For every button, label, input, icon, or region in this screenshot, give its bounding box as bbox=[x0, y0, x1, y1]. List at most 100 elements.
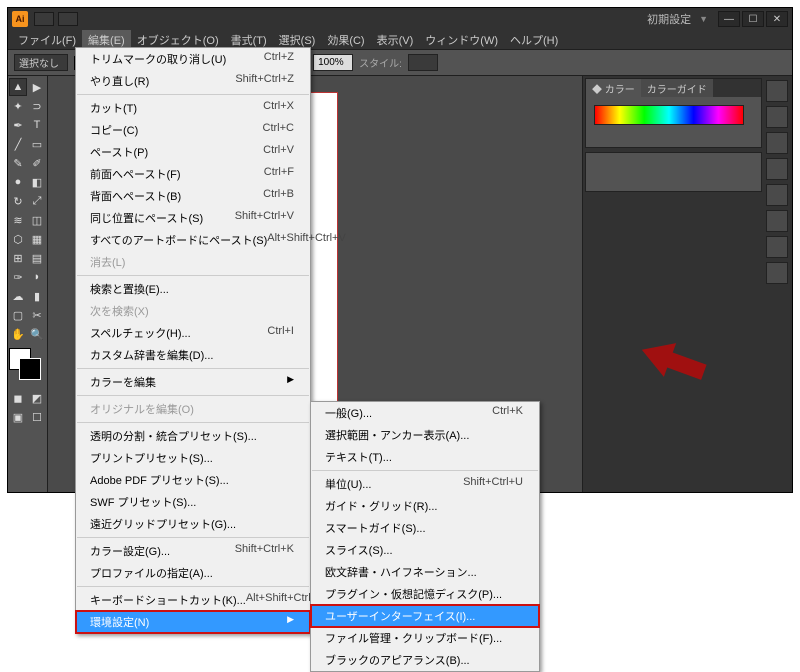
strip-icon-4[interactable] bbox=[766, 158, 788, 180]
edit-menu-item[interactable]: カスタム辞書を編集(D)... bbox=[76, 344, 310, 366]
edit-menu-item[interactable]: 遠近グリッドプリセット(G)... bbox=[76, 513, 310, 535]
graph-tool[interactable]: ▮ bbox=[28, 287, 46, 305]
symbol-tool[interactable]: ☁ bbox=[9, 287, 27, 305]
menu-file[interactable]: ファイル(F) bbox=[12, 30, 82, 50]
tab-color-guide[interactable]: カラーガイド bbox=[641, 79, 713, 97]
pencil-tool[interactable]: ✐ bbox=[28, 154, 46, 172]
edit-menu-item[interactable]: 環境設定(N)▶ bbox=[76, 611, 310, 633]
eyedropper-tool[interactable]: ✑ bbox=[9, 268, 27, 286]
gradient-tool[interactable]: ▤ bbox=[28, 249, 46, 267]
screen-mode-2[interactable]: ☐ bbox=[28, 408, 46, 426]
maximize-button[interactable]: ☐ bbox=[742, 11, 764, 27]
zoom-tool[interactable]: 🔍 bbox=[28, 325, 46, 343]
edit-menu-item[interactable]: やり直し(R)Shift+Ctrl+Z bbox=[76, 70, 310, 92]
edit-menu-item[interactable]: ペースト(P)Ctrl+V bbox=[76, 141, 310, 163]
pref-menu-item[interactable]: テキスト(T)... bbox=[311, 446, 539, 468]
pref-menu-item[interactable]: 欧文辞書・ハイフネーション... bbox=[311, 561, 539, 583]
pref-menu-item[interactable]: スマートガイド(S)... bbox=[311, 517, 539, 539]
edit-menu-item[interactable]: 検索と置換(E)... bbox=[76, 278, 310, 300]
strip-icon-3[interactable] bbox=[766, 132, 788, 154]
edit-menu-item: 消去(L) bbox=[76, 251, 310, 273]
shape-builder-tool[interactable]: ⬡ bbox=[9, 230, 27, 248]
close-button[interactable]: ✕ bbox=[766, 11, 788, 27]
gradient-mode[interactable]: ◩ bbox=[28, 389, 46, 407]
eraser-tool[interactable]: ◧ bbox=[28, 173, 46, 191]
slice-tool[interactable]: ✂ bbox=[28, 306, 46, 324]
perspective-tool[interactable]: ▦ bbox=[28, 230, 46, 248]
pref-menu-item[interactable]: スライス(S)... bbox=[311, 539, 539, 561]
type-tool[interactable]: T bbox=[28, 116, 46, 134]
edit-menu-item[interactable]: すべてのアートボードにペースト(S)Alt+Shift+Ctrl+V bbox=[76, 229, 310, 251]
edit-menu-item[interactable]: スペルチェック(H)...Ctrl+I bbox=[76, 322, 310, 344]
edit-menu-item[interactable]: SWF プリセット(S)... bbox=[76, 491, 310, 513]
stroke-color[interactable] bbox=[19, 358, 41, 380]
strip-icon-8[interactable] bbox=[766, 262, 788, 284]
blend-tool[interactable]: ◗ bbox=[28, 268, 46, 286]
fill-mode[interactable]: ◼ bbox=[9, 389, 27, 407]
hand-tool[interactable]: ✋ bbox=[9, 325, 27, 343]
artboard-tool[interactable]: ▢ bbox=[9, 306, 27, 324]
edit-menu-item[interactable]: 透明の分割・統合プリセット(S)... bbox=[76, 425, 310, 447]
pref-menu-item[interactable]: ファイル管理・クリップボード(F)... bbox=[311, 627, 539, 649]
menu-window[interactable]: ウィンドウ(W) bbox=[419, 30, 504, 50]
opacity-value[interactable]: 100% bbox=[313, 54, 353, 71]
edit-menu-item[interactable]: カラー設定(G)...Shift+Ctrl+K bbox=[76, 540, 310, 562]
pref-menu-item[interactable]: ユーザーインターフェイス(I)... bbox=[311, 605, 539, 627]
selection-tool[interactable]: ▲ bbox=[9, 78, 27, 96]
menu-help[interactable]: ヘルプ(H) bbox=[504, 30, 564, 50]
edit-menu-item[interactable]: プロファイルの指定(A)... bbox=[76, 562, 310, 584]
pref-menu-item[interactable]: 単位(U)...Shift+Ctrl+U bbox=[311, 473, 539, 495]
edit-menu-item[interactable]: 同じ位置にペースト(S)Shift+Ctrl+V bbox=[76, 207, 310, 229]
line-tool[interactable]: ╱ bbox=[9, 135, 27, 153]
rotate-tool[interactable]: ↻ bbox=[9, 192, 27, 210]
toolbar: ▲▶ ✦⊃ ✒T ╱▭ ✎✐ ●◧ ↻⤢ ≋◫ ⬡▦ ⊞▤ ✑◗ ☁▮ ▢✂ ✋… bbox=[8, 76, 48, 492]
strip-icon-2[interactable] bbox=[766, 106, 788, 128]
strip-icon-1[interactable] bbox=[766, 80, 788, 102]
menu-effect[interactable]: 効果(C) bbox=[321, 30, 370, 50]
style-value[interactable] bbox=[408, 54, 438, 71]
color-panel[interactable]: ◆ カラー カラーガイド bbox=[585, 78, 762, 148]
free-transform-tool[interactable]: ◫ bbox=[28, 211, 46, 229]
workspace-preset[interactable]: 初期設定 bbox=[647, 11, 691, 27]
strip-icon-6[interactable] bbox=[766, 210, 788, 232]
tab-color[interactable]: ◆ カラー bbox=[586, 79, 641, 97]
edit-menu-item[interactable]: カット(T)Ctrl+X bbox=[76, 97, 310, 119]
panel-2[interactable] bbox=[585, 152, 762, 192]
menu-view[interactable]: 表示(V) bbox=[371, 30, 420, 50]
edit-menu-item[interactable]: 背面へペースト(B)Ctrl+B bbox=[76, 185, 310, 207]
width-tool[interactable]: ≋ bbox=[9, 211, 27, 229]
color-swatches[interactable] bbox=[9, 348, 45, 384]
color-spectrum[interactable] bbox=[594, 105, 744, 125]
scale-tool[interactable]: ⤢ bbox=[28, 192, 46, 210]
edit-menu-item[interactable]: キーボードショートカット(K)...Alt+Shift+Ctrl+K bbox=[76, 589, 310, 611]
rect-tool[interactable]: ▭ bbox=[28, 135, 46, 153]
annotation-arrow bbox=[630, 330, 710, 390]
edit-menu-item[interactable]: プリントプリセット(S)... bbox=[76, 447, 310, 469]
edit-menu-item[interactable]: カラーを編集▶ bbox=[76, 371, 310, 393]
pref-menu-item[interactable]: ガイド・グリッド(R)... bbox=[311, 495, 539, 517]
pref-menu-item[interactable]: 選択範囲・アンカー表示(A)... bbox=[311, 424, 539, 446]
strip-icon-5[interactable] bbox=[766, 184, 788, 206]
edit-menu-item[interactable]: 前面へペースト(F)Ctrl+F bbox=[76, 163, 310, 185]
style-label: スタイル: bbox=[359, 55, 402, 70]
panels: ◆ カラー カラーガイド bbox=[582, 76, 792, 492]
strip-icon-7[interactable] bbox=[766, 236, 788, 258]
lasso-tool[interactable]: ⊃ bbox=[28, 97, 46, 115]
pref-menu-item[interactable]: プラグイン・仮想記憶ディスク(P)... bbox=[311, 583, 539, 605]
layout-icon[interactable] bbox=[58, 12, 78, 26]
edit-menu-item[interactable]: Adobe PDF プリセット(S)... bbox=[76, 469, 310, 491]
pen-tool[interactable]: ✒ bbox=[9, 116, 27, 134]
magic-wand-tool[interactable]: ✦ bbox=[9, 97, 27, 115]
edit-menu-item[interactable]: コピー(C)Ctrl+C bbox=[76, 119, 310, 141]
screen-mode[interactable]: ▣ bbox=[9, 408, 27, 426]
edit-menu-item[interactable]: トリムマークの取り消し(U)Ctrl+Z bbox=[76, 48, 310, 70]
minimize-button[interactable]: — bbox=[718, 11, 740, 27]
blob-tool[interactable]: ● bbox=[9, 173, 27, 191]
brush-tool[interactable]: ✎ bbox=[9, 154, 27, 172]
direct-select-tool[interactable]: ▶ bbox=[28, 78, 46, 96]
mesh-tool[interactable]: ⊞ bbox=[9, 249, 27, 267]
pref-menu-item[interactable]: 一般(G)...Ctrl+K bbox=[311, 402, 539, 424]
doc-tab-icon[interactable] bbox=[34, 12, 54, 26]
app-icon: Ai bbox=[12, 11, 28, 27]
pref-menu-item[interactable]: ブラックのアピアランス(B)... bbox=[311, 649, 539, 671]
